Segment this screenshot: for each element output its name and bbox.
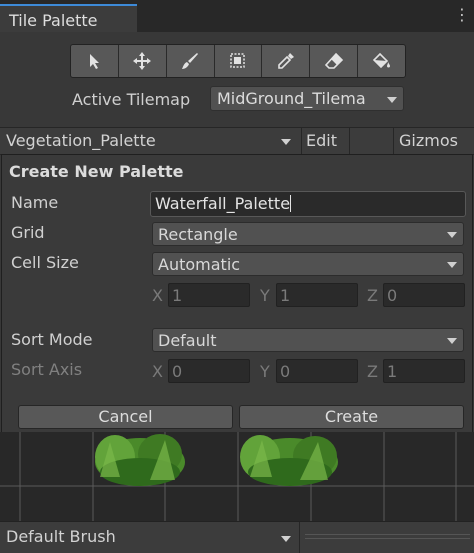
kebab-menu-icon[interactable]: ⋮ bbox=[454, 6, 470, 26]
cell-size-value: Automatic bbox=[158, 255, 241, 274]
palette-bar-spacer bbox=[350, 128, 394, 154]
brush-value: Default Brush bbox=[6, 527, 116, 546]
tab-strip: Tile Palette ⋮ bbox=[0, 0, 474, 32]
cell-size-label: Cell Size bbox=[11, 253, 79, 272]
grid-value: Rectangle bbox=[158, 225, 238, 244]
active-tilemap-dropdown[interactable]: MidGround_Tilema bbox=[210, 86, 404, 111]
edit-button[interactable]: Edit bbox=[302, 128, 350, 154]
eraser-icon bbox=[324, 52, 343, 69]
palette-dropdown[interactable]: Vegetation_Palette bbox=[0, 128, 302, 154]
name-label: Name bbox=[11, 193, 59, 212]
grid-label: Grid bbox=[11, 223, 45, 242]
gizmos-button[interactable]: Gizmos bbox=[394, 128, 474, 154]
move-arrows-icon bbox=[133, 52, 152, 70]
chevron-down-icon bbox=[447, 232, 457, 238]
chevron-down-icon bbox=[447, 338, 457, 344]
create-palette-panel: Create New Palette Name Waterfall_Palett… bbox=[1, 154, 473, 434]
cell-y-field[interactable]: 1 bbox=[276, 283, 358, 307]
sort-y-label: Y bbox=[260, 362, 270, 381]
vegetation-tile-1[interactable] bbox=[95, 434, 185, 486]
move-tool-button[interactable] bbox=[119, 45, 167, 77]
sort-x-field[interactable]: 0 bbox=[168, 359, 250, 383]
erase-tool-button[interactable] bbox=[310, 45, 359, 77]
palette-dropdown-value: Vegetation_Palette bbox=[6, 131, 156, 150]
sort-z-label: Z bbox=[367, 362, 378, 381]
chevron-down-icon bbox=[447, 262, 457, 268]
sort-x-label: X bbox=[152, 362, 163, 381]
pick-tool-button[interactable] bbox=[262, 45, 311, 77]
sort-axis-label: Sort Axis bbox=[11, 360, 83, 379]
palette-canvas[interactable] bbox=[0, 432, 474, 522]
brush-bar: Default Brush bbox=[0, 521, 474, 553]
cell-x-label: X bbox=[152, 286, 163, 305]
fill-tool-button[interactable] bbox=[358, 45, 405, 77]
chevron-down-icon bbox=[281, 535, 291, 542]
tile-grid bbox=[0, 432, 474, 522]
sort-y-field[interactable]: 0 bbox=[276, 359, 358, 383]
vegetation-tile-2[interactable] bbox=[240, 435, 338, 486]
chevron-down-icon bbox=[387, 96, 397, 103]
box-select-icon bbox=[230, 53, 245, 68]
name-field-value: Waterfall_Palette bbox=[155, 194, 291, 213]
sort-mode-label: Sort Mode bbox=[11, 330, 93, 349]
cell-x-field[interactable]: 1 bbox=[168, 283, 250, 307]
select-tool-button[interactable] bbox=[71, 45, 119, 77]
cell-size-dropdown[interactable]: Automatic bbox=[152, 252, 464, 276]
chevron-down-icon bbox=[281, 139, 291, 145]
paintbrush-icon bbox=[182, 53, 199, 69]
cell-z-field[interactable]: 0 bbox=[383, 283, 465, 307]
sort-mode-value: Default bbox=[158, 331, 217, 350]
sort-mode-dropdown[interactable]: Default bbox=[152, 328, 464, 352]
create-button[interactable]: Create bbox=[239, 405, 464, 429]
cell-z-label: Z bbox=[367, 286, 378, 305]
palette-bar: Vegetation_Palette Edit Gizmos bbox=[0, 127, 474, 155]
create-palette-title: Create New Palette bbox=[9, 162, 184, 181]
sort-z-field[interactable]: 1 bbox=[383, 359, 465, 383]
paint-tool-button[interactable] bbox=[167, 45, 215, 77]
eyedropper-icon bbox=[278, 53, 294, 69]
name-field[interactable]: Waterfall_Palette bbox=[150, 191, 466, 217]
active-tilemap-value: MidGround_Tilema bbox=[217, 89, 366, 108]
tool-toolbar bbox=[70, 44, 406, 78]
cell-y-label: Y bbox=[260, 286, 270, 305]
grid-dropdown[interactable]: Rectangle bbox=[152, 222, 464, 246]
brush-bar-divider bbox=[305, 534, 470, 539]
brush-dropdown[interactable]: Default Brush bbox=[0, 522, 300, 553]
text-cursor bbox=[290, 195, 292, 212]
active-tilemap-label: Active Tilemap bbox=[72, 90, 191, 109]
paint-bucket-icon bbox=[372, 52, 390, 69]
tab-tile-palette[interactable]: Tile Palette bbox=[0, 4, 137, 32]
arrow-cursor-icon bbox=[90, 54, 100, 69]
cancel-button[interactable]: Cancel bbox=[18, 405, 233, 429]
box-fill-tool-button[interactable] bbox=[215, 45, 263, 77]
